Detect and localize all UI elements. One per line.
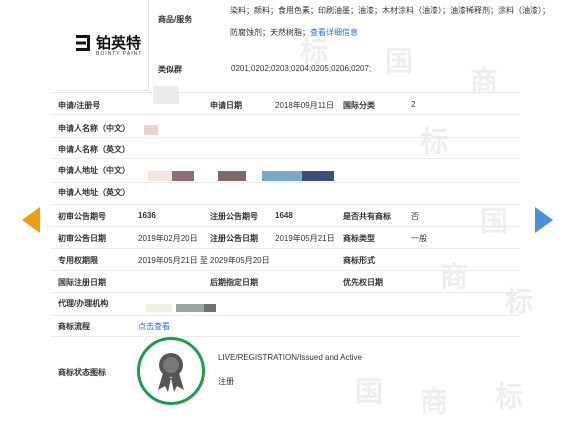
row-divider	[50, 226, 520, 227]
status-en: LIVE/REGISTRATION/Issued and Active	[218, 353, 362, 362]
priority-label: 优先权日期	[343, 278, 383, 287]
intl-class: 2	[411, 100, 416, 109]
similar-value: 0201;0202;0203;0204;0205;0206;0207;	[231, 64, 372, 73]
applicant-en-label: 申请人名称（英文）	[58, 145, 130, 154]
row-divider	[50, 137, 520, 138]
exclusive-label: 专用权期限	[58, 256, 98, 265]
watermark: 商	[420, 386, 451, 417]
goods-label: 商品/服务	[158, 15, 193, 24]
goods-detail-link[interactable]: 查看详细信息	[310, 28, 358, 37]
trademark-image: 铂英特 BOINTY PAINT	[58, 0, 149, 91]
redacted-value	[218, 171, 246, 181]
redacted-value	[172, 171, 194, 181]
logo-name: 铂英特	[96, 35, 142, 52]
watermark: 商	[470, 66, 501, 97]
reg-date-label: 注册公告日期	[210, 234, 258, 243]
redacted-value	[153, 86, 179, 104]
row-divider	[50, 204, 520, 205]
type-label: 商标类型	[343, 234, 375, 243]
logo-sub: BOINTY PAINT	[96, 51, 143, 57]
prelim-date-label: 初审公告日期	[58, 234, 106, 243]
row-divider	[50, 114, 520, 115]
form-label: 商标形式	[343, 256, 375, 265]
redacted-value	[302, 171, 334, 181]
row-divider	[50, 292, 520, 293]
applicant-cn-label: 申请人名称（中文）	[58, 124, 130, 133]
flow-label: 商标流程	[58, 322, 90, 331]
reg-date: 2019年05月21日	[275, 234, 335, 243]
redacted-value	[204, 304, 216, 312]
similar-label: 类似群	[158, 65, 182, 74]
redacted-value	[262, 171, 302, 181]
goods-line2-prefix: 防腐蚀剂；天然树脂；	[230, 28, 310, 37]
shared-label: 是否共有商标	[343, 212, 391, 221]
logo-mark-icon	[76, 35, 90, 51]
row-divider	[50, 158, 520, 159]
redacted-value	[176, 304, 204, 312]
watermark: 国	[385, 46, 416, 77]
prelim-no-label: 初审公告期号	[58, 212, 106, 221]
watermark: 国	[355, 376, 386, 407]
prelim-no: 1636	[138, 211, 156, 220]
redacted-value	[144, 125, 158, 135]
later-label: 后期指定日期	[210, 278, 258, 287]
reg-pub-no: 1648	[275, 211, 293, 220]
address-cn-label: 申请人地址（中文）	[58, 166, 130, 175]
watermark: 标	[495, 381, 526, 412]
row-divider	[50, 182, 520, 183]
redacted-value	[146, 304, 172, 312]
reg-no-label: 申请/注册号	[58, 101, 101, 110]
next-arrow-icon[interactable]	[535, 207, 553, 233]
row-divider	[50, 315, 520, 316]
row-divider	[50, 92, 520, 93]
status-label: 商标状态图标	[58, 368, 106, 377]
goods-line1: 染料；颜料；食用色素；印刷油墨；油漆；木材涂料（油漆）；油漆稀释剂；涂料（油漆）…	[230, 6, 550, 15]
apply-date-label: 申请日期	[210, 101, 242, 110]
redacted-value	[148, 171, 172, 181]
shared: 否	[411, 212, 419, 221]
watermark: 国	[480, 206, 511, 237]
row-divider	[50, 270, 520, 271]
reg-pub-no-label: 注册公告期号	[210, 212, 258, 221]
watermark: 标	[420, 126, 451, 157]
type: 一般	[411, 234, 427, 243]
apply-date: 2018年09月11日	[275, 101, 334, 110]
status-cn: 注册	[218, 377, 234, 386]
intl-class-label: 国际分类	[343, 101, 375, 110]
row-divider	[50, 248, 520, 249]
watermark: 商	[440, 261, 471, 292]
prev-arrow-icon[interactable]	[22, 207, 40, 233]
row-divider	[50, 336, 520, 337]
address-en-label: 申请人地址（英文）	[58, 188, 130, 197]
agent-label: 代理/办理机构	[58, 299, 109, 308]
ribbon-award-icon	[145, 345, 197, 397]
intl-reg-label: 国际注册日期	[58, 278, 106, 287]
watermark: 标	[505, 286, 536, 317]
status-badge-icon	[137, 337, 205, 405]
goods-line2: 防腐蚀剂；天然树脂；查看详细信息	[230, 27, 358, 38]
prelim-date: 2019年02月20日	[138, 234, 198, 243]
flow-link[interactable]: 点击查看	[138, 321, 170, 332]
exclusive: 2019年05月21日 至 2029年05月20日	[138, 256, 270, 265]
